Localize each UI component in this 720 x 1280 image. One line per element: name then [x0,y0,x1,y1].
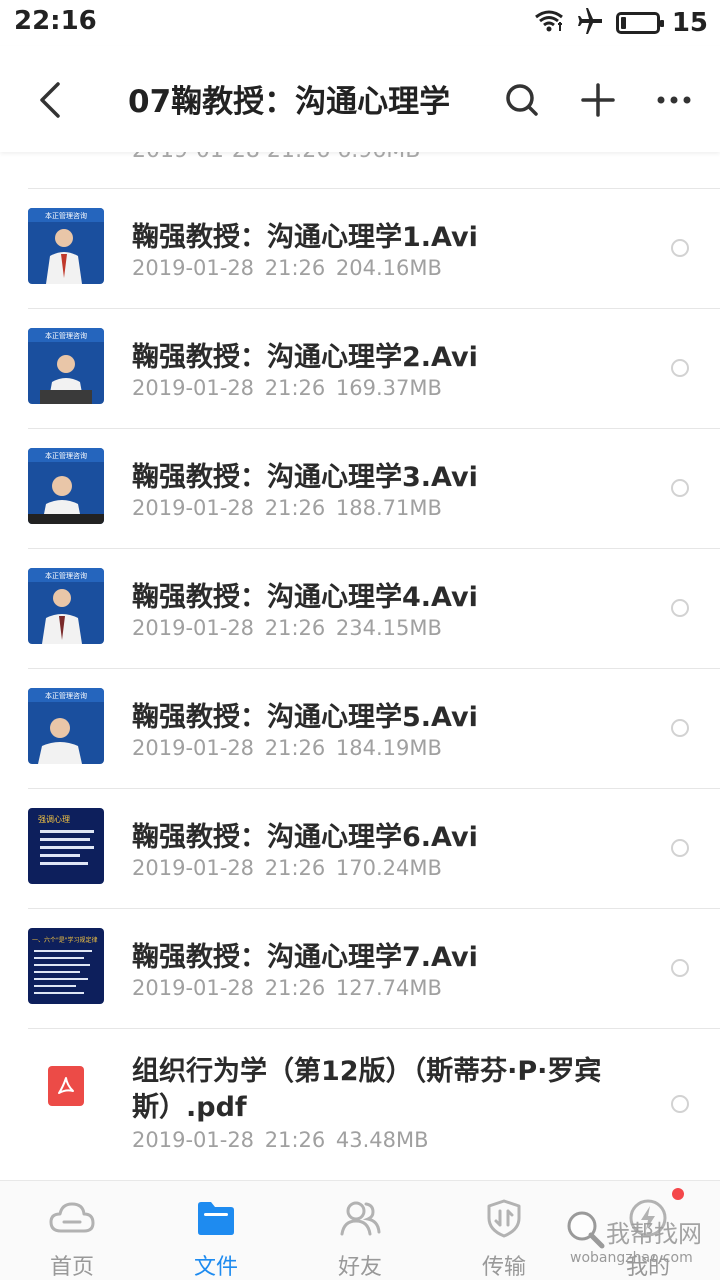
file-meta: 2019-01-28 21:26 204.16MB [132,256,442,280]
file-name: 鞠强教授：沟通心理学6.Avi [132,822,478,853]
thumb-caption: 本正管理咨询 [45,691,87,700]
nav-label: 好友 [337,1255,382,1280]
file-meta: 2019-01-28 21:26 43.48MB [132,1128,429,1152]
thumb-caption: 本正管理咨询 [45,451,87,460]
airplane-icon [576,7,604,39]
select-checkbox[interactable] [671,959,689,977]
watermark-text: 我帮找网 [606,1220,702,1248]
video-thumbnail: 一、六个"是"学习规定律 [28,928,104,1004]
battery-fill [620,17,626,29]
file-row[interactable]: 本正管理咨询 鞠强教授：沟通心理学1.Avi 2019-01-28 21:26 … [0,188,720,308]
file-row[interactable]: 本正管理咨询 鞠强教授：沟通心理学2.Avi 2019-01-28 21:26 … [0,308,720,428]
nav-item-friends[interactable]: 好友 [288,1181,432,1280]
nav-label: 文件 [193,1255,238,1280]
status-icons: 15 [534,6,708,40]
nav-item-home[interactable]: 首页 [0,1181,144,1280]
file-meta: 2019-01-28 21:26 170.24MB [132,856,442,880]
add-button[interactable] [572,74,624,126]
pdf-icon [48,1066,84,1106]
select-checkbox[interactable] [671,239,689,257]
nav-label: 传输 [481,1255,526,1280]
file-list[interactable]: 2019-01-28 21:26 6.96MB 本正管理咨询 鞠强教授：沟通心理… [0,152,720,1180]
select-checkbox[interactable] [671,599,689,617]
wifi-icon [534,9,564,37]
video-thumbnail: 本正管理咨询 [28,208,104,284]
more-button[interactable] [648,74,700,126]
status-time: 22:16 [14,6,97,36]
transfer-shield-icon [481,1197,527,1239]
file-meta: 2019-01-28 21:26 184.19MB [132,736,442,760]
file-name: 鞠强教授：沟通心理学5.Avi [132,702,478,733]
file-meta: 2019-01-28 21:26 234.15MB [132,616,442,640]
video-thumbnail: 本正管理咨询 [28,688,104,764]
file-meta: 2019-01-28 21:26 127.74MB [132,976,442,1000]
file-name: 组织行为学（第12版）（斯蒂芬·P·罗宾斯）.pdf [132,1056,602,1123]
file-row[interactable]: 本正管理咨询 鞠强教授：沟通心理学4.Avi 2019-01-28 21:26 … [0,548,720,668]
select-checkbox[interactable] [671,719,689,737]
watermark-url: wobangzhao.com [570,1250,693,1266]
search-button[interactable] [496,74,548,126]
nav-label: 首页 [49,1255,94,1280]
video-thumbnail: 强调心理 [28,808,104,884]
chevron-left-icon [40,82,60,118]
thumb-caption: 强调心理 [38,815,70,824]
list-item-partial[interactable]: 2019-01-28 21:26 6.96MB [0,152,720,188]
select-checkbox[interactable] [671,479,689,497]
battery-icon [615,12,664,34]
thumb-caption: 本正管理咨询 [45,211,87,220]
plus-icon [581,83,615,117]
file-meta: 2019-01-28 21:26 169.37MB [132,376,442,400]
select-checkbox[interactable] [671,1095,689,1113]
video-thumbnail: 本正管理咨询 [28,568,104,644]
file-row[interactable]: 本正管理咨询 鞠强教授：沟通心理学3.Avi 2019-01-28 21:26 … [0,428,720,548]
nav-item-files[interactable]: 文件 [144,1181,288,1280]
battery-level: 15 [671,8,708,38]
file-meta: 2019-01-28 21:26 6.96MB [132,152,420,163]
thumb-caption: 一、六个"是"学习规定律 [32,936,98,944]
page-title: 07鞠教授：沟通心理学 [128,84,451,120]
file-name: 鞠强教授：沟通心理学1.Avi [132,222,478,253]
select-checkbox[interactable] [671,839,689,857]
notification-badge [672,1188,684,1200]
file-name: 鞠强教授：沟通心理学3.Avi [132,462,478,493]
file-name: 鞠强教授：沟通心理学4.Avi [132,582,478,613]
friends-icon [337,1197,383,1239]
file-meta: 2019-01-28 21:26 188.71MB [132,496,442,520]
header-bar: 07鞠教授：沟通心理学 [0,46,720,152]
back-button[interactable] [22,74,78,126]
search-icon [506,84,538,116]
nav-item-transfer[interactable]: 传输 [432,1181,576,1280]
file-row[interactable]: 本正管理咨询 鞠强教授：沟通心理学5.Avi 2019-01-28 21:26 … [0,668,720,788]
file-name: 鞠强教授：沟通心理学7.Avi [132,942,478,973]
select-checkbox[interactable] [671,359,689,377]
thumb-caption: 本正管理咨询 [45,331,87,340]
video-thumbnail: 本正管理咨询 [28,328,104,404]
file-name: 鞠强教授：沟通心理学2.Avi [132,342,478,373]
magnifier-icon [567,1211,605,1249]
file-row[interactable]: 一、六个"是"学习规定律 鞠强教授：沟通心理学7.Avi 2019-01-28 … [0,908,720,1028]
more-dots-icon [657,96,691,104]
video-thumbnail: 本正管理咨询 [28,448,104,524]
status-bar: 22:16 15 [0,0,720,46]
file-row[interactable]: 强调心理 鞠强教授：沟通心理学6.Avi 2019-01-28 21:26 17… [0,788,720,908]
pdf-file-row[interactable]: 组织行为学（第12版）（斯蒂芬·P·罗宾斯）.pdf 2019-01-28 21… [0,1028,720,1180]
watermark: 我帮找网 wobangzhao.com [562,1206,716,1276]
thumb-caption: 本正管理咨询 [45,571,87,580]
folder-icon [193,1197,239,1239]
cloud-icon [49,1197,95,1239]
